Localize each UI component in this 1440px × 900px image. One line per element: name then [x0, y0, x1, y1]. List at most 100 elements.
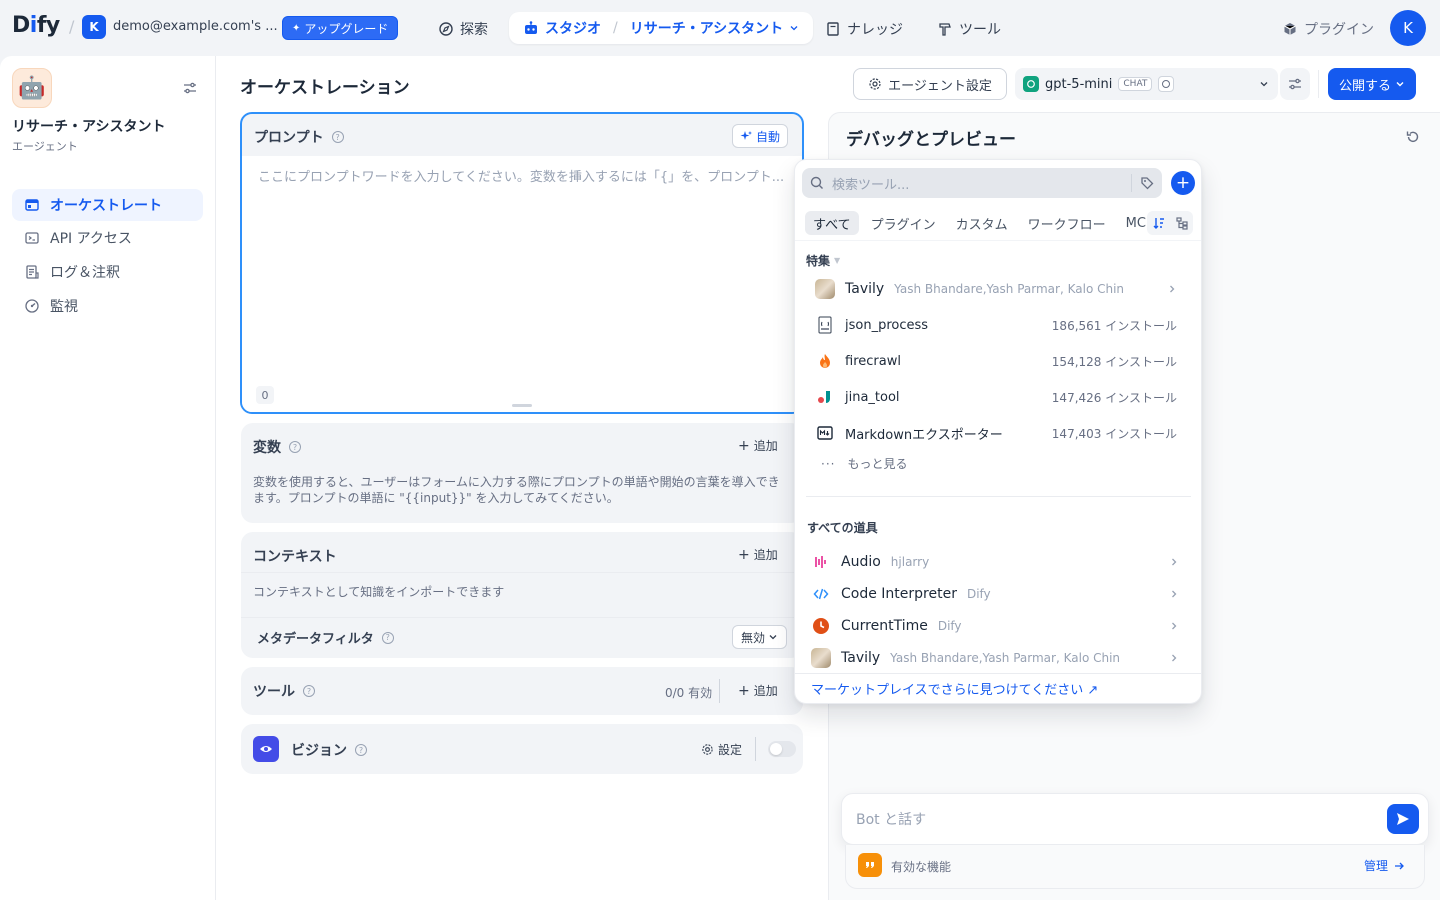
tool-name: jina_tool	[845, 389, 900, 405]
tag-icon[interactable]	[1140, 176, 1154, 190]
divider	[1131, 174, 1132, 192]
context-description: コンテキストとして知識をインポートできます	[253, 585, 505, 599]
tab-custom[interactable]: カスタム	[948, 211, 1016, 235]
book-icon	[825, 21, 841, 37]
vision-toggle[interactable]	[768, 741, 796, 757]
nav-tools[interactable]: ツール	[927, 14, 1011, 44]
tool-name: json_process	[845, 317, 929, 333]
help-icon[interactable]: ?	[381, 631, 394, 644]
plus-icon: +	[738, 682, 750, 699]
debug-title: デバッグとプレビュー	[846, 130, 1016, 150]
tool-name: Tavily	[841, 650, 881, 666]
dify-logo[interactable]: Dify	[12, 13, 60, 38]
plus-icon: +	[738, 437, 750, 454]
chevron-right-icon	[1169, 653, 1179, 663]
featured-tool-firecrawl[interactable]: firecrawl 154,128 インストール	[805, 343, 1191, 379]
model-name: gpt-5-mini	[1045, 76, 1113, 92]
model-selector[interactable]: gpt-5-mini CHAT	[1015, 68, 1278, 100]
current-app-label[interactable]: リサーチ・アシスタント	[630, 18, 783, 38]
tab-plugins[interactable]: プラグイン	[863, 211, 944, 235]
fire-icon	[815, 351, 835, 371]
upgrade-button[interactable]: ✦ アップグレード	[282, 16, 399, 40]
divider	[241, 572, 803, 573]
chat-input-box[interactable]: Bot と話す	[841, 793, 1429, 845]
metadata-filter-label: メタデータフィルタ	[257, 632, 374, 647]
add-custom-tool-button[interactable]: +	[1171, 171, 1195, 195]
show-more-button[interactable]: ··· もっと見る	[821, 455, 907, 472]
terminal-icon	[24, 230, 40, 246]
nav-knowledge-label: ナレッジ	[847, 22, 903, 38]
tool-item-tavily[interactable]: Tavily Yash Bhandare,Yash Parmar, Kalo C…	[805, 642, 1191, 674]
tree-view-icon[interactable]	[1175, 216, 1189, 230]
add-variable-button[interactable]: + 追加	[738, 437, 778, 454]
publish-button[interactable]: 公開する	[1328, 68, 1416, 100]
tool-search-box[interactable]: 検索ツール...	[802, 168, 1162, 198]
tool-picker-popover: 検索ツール... + すべて プラグイン カスタム ワークフロー MCP 特集 …	[794, 159, 1202, 704]
send-button[interactable]	[1387, 804, 1419, 834]
sidebar-item-api-access[interactable]: API アクセス	[12, 222, 203, 254]
sort-icon[interactable]	[1152, 216, 1166, 230]
jina-logo-icon	[815, 387, 835, 407]
plugins-label: プラグイン	[1304, 22, 1374, 38]
nav-studio[interactable]: スタジオ / リサーチ・アシスタント	[509, 12, 814, 44]
featured-tool-tavily[interactable]: Tavily Yash Bhandare,Yash Parmar, Kalo C…	[805, 271, 1191, 307]
add-tool-button[interactable]: + 追加	[738, 682, 778, 699]
manage-features-button[interactable]: 管理	[1364, 857, 1405, 874]
auto-generate-button[interactable]: 自動	[732, 124, 789, 148]
plugins-button[interactable]: プラグイン	[1272, 14, 1384, 44]
prompt-editor-body	[242, 156, 802, 412]
featured-tool-markdown-exporter[interactable]: Markdownエクスポーター 147,403 インストール	[805, 415, 1191, 451]
help-icon[interactable]: ?	[303, 685, 315, 697]
install-count: 186,561 インストール	[1051, 318, 1177, 333]
refresh-icon[interactable]	[1405, 129, 1421, 145]
tool-item-current-time[interactable]: CurrentTime Dify	[805, 610, 1191, 642]
sidebar-item-orchestrate[interactable]: オーケストレート	[12, 189, 203, 221]
resize-handle[interactable]	[512, 404, 532, 407]
divider	[795, 240, 1201, 241]
nav-knowledge[interactable]: ナレッジ	[815, 14, 913, 44]
tools-status: 0/0 有効	[665, 686, 713, 700]
sidebar-item-label: API アクセス	[50, 231, 132, 247]
tab-workflow[interactable]: ワークフロー	[1020, 211, 1114, 235]
sidebar-item-monitoring[interactable]: 監視	[12, 290, 203, 322]
user-avatar[interactable]: K	[1390, 10, 1426, 46]
tool-item-code-interpreter[interactable]: Code Interpreter Dify	[805, 578, 1191, 610]
marketplace-link[interactable]: マーケットプレイスでさらに見つけてください ↗	[811, 679, 1098, 698]
add-context-button[interactable]: + 追加	[738, 546, 778, 563]
featured-tool-json-process[interactable]: json_process 186,561 インストール	[805, 307, 1191, 343]
install-count: 154,128 インストール	[1051, 354, 1177, 369]
variables-title: 変数	[253, 440, 281, 456]
tool-item-audio[interactable]: Audio hjlarry	[805, 546, 1191, 578]
tool-name: Markdownエクスポーター	[845, 427, 1003, 443]
tool-search-input[interactable]: 検索ツール...	[832, 174, 909, 193]
gear-icon	[701, 743, 714, 756]
workspace-avatar[interactable]: K	[82, 15, 106, 39]
hammer-icon	[937, 21, 953, 37]
tool-author: hjlarry	[890, 555, 930, 569]
featured-tool-jina[interactable]: jina_tool 147,426 インストール	[805, 379, 1191, 415]
workspace-selector[interactable]: demo@example.com's ...	[113, 19, 294, 34]
agent-settings-button[interactable]: エージェント設定	[853, 68, 1007, 100]
help-icon[interactable]: ?	[289, 441, 301, 453]
tab-all[interactable]: すべて	[805, 211, 859, 235]
app-settings-sliders-icon[interactable]	[182, 80, 198, 96]
tools-card: ツール ? 0/0 有効 + 追加	[241, 667, 803, 715]
view-toggle	[1147, 211, 1193, 235]
sidebar-item-label: オーケストレート	[50, 198, 162, 214]
prompt-textarea[interactable]: ここにプロンプトワードを入力してください。変数を挿入するには「{」を、プロンプト…	[258, 166, 788, 185]
vision-settings-button[interactable]: 設定	[701, 741, 742, 758]
file-list-icon	[24, 264, 40, 280]
nav-explore[interactable]: 探索	[428, 14, 498, 44]
page-title: オーケストレーション	[240, 78, 410, 98]
context-card: コンテキスト + 追加 コンテキストとして知識をインポートできます メタデータフ…	[241, 532, 803, 658]
gear-icon	[868, 77, 882, 91]
model-params-button[interactable]	[1280, 68, 1310, 100]
chat-input[interactable]: Bot と話す	[856, 809, 926, 829]
help-icon[interactable]: ?	[331, 131, 344, 143]
metadata-filter-select[interactable]: 無効	[732, 625, 788, 649]
featured-section-header[interactable]: 特集 ▼	[806, 252, 840, 269]
variables-description: 変数を使用すると、ユーザーはフォームに入力する際にプロンプトの単語や開始の言葉を…	[253, 475, 780, 505]
sidebar-item-logs[interactable]: ログ＆注釈	[12, 256, 203, 288]
search-icon	[810, 176, 824, 190]
help-icon[interactable]: ?	[355, 744, 367, 756]
